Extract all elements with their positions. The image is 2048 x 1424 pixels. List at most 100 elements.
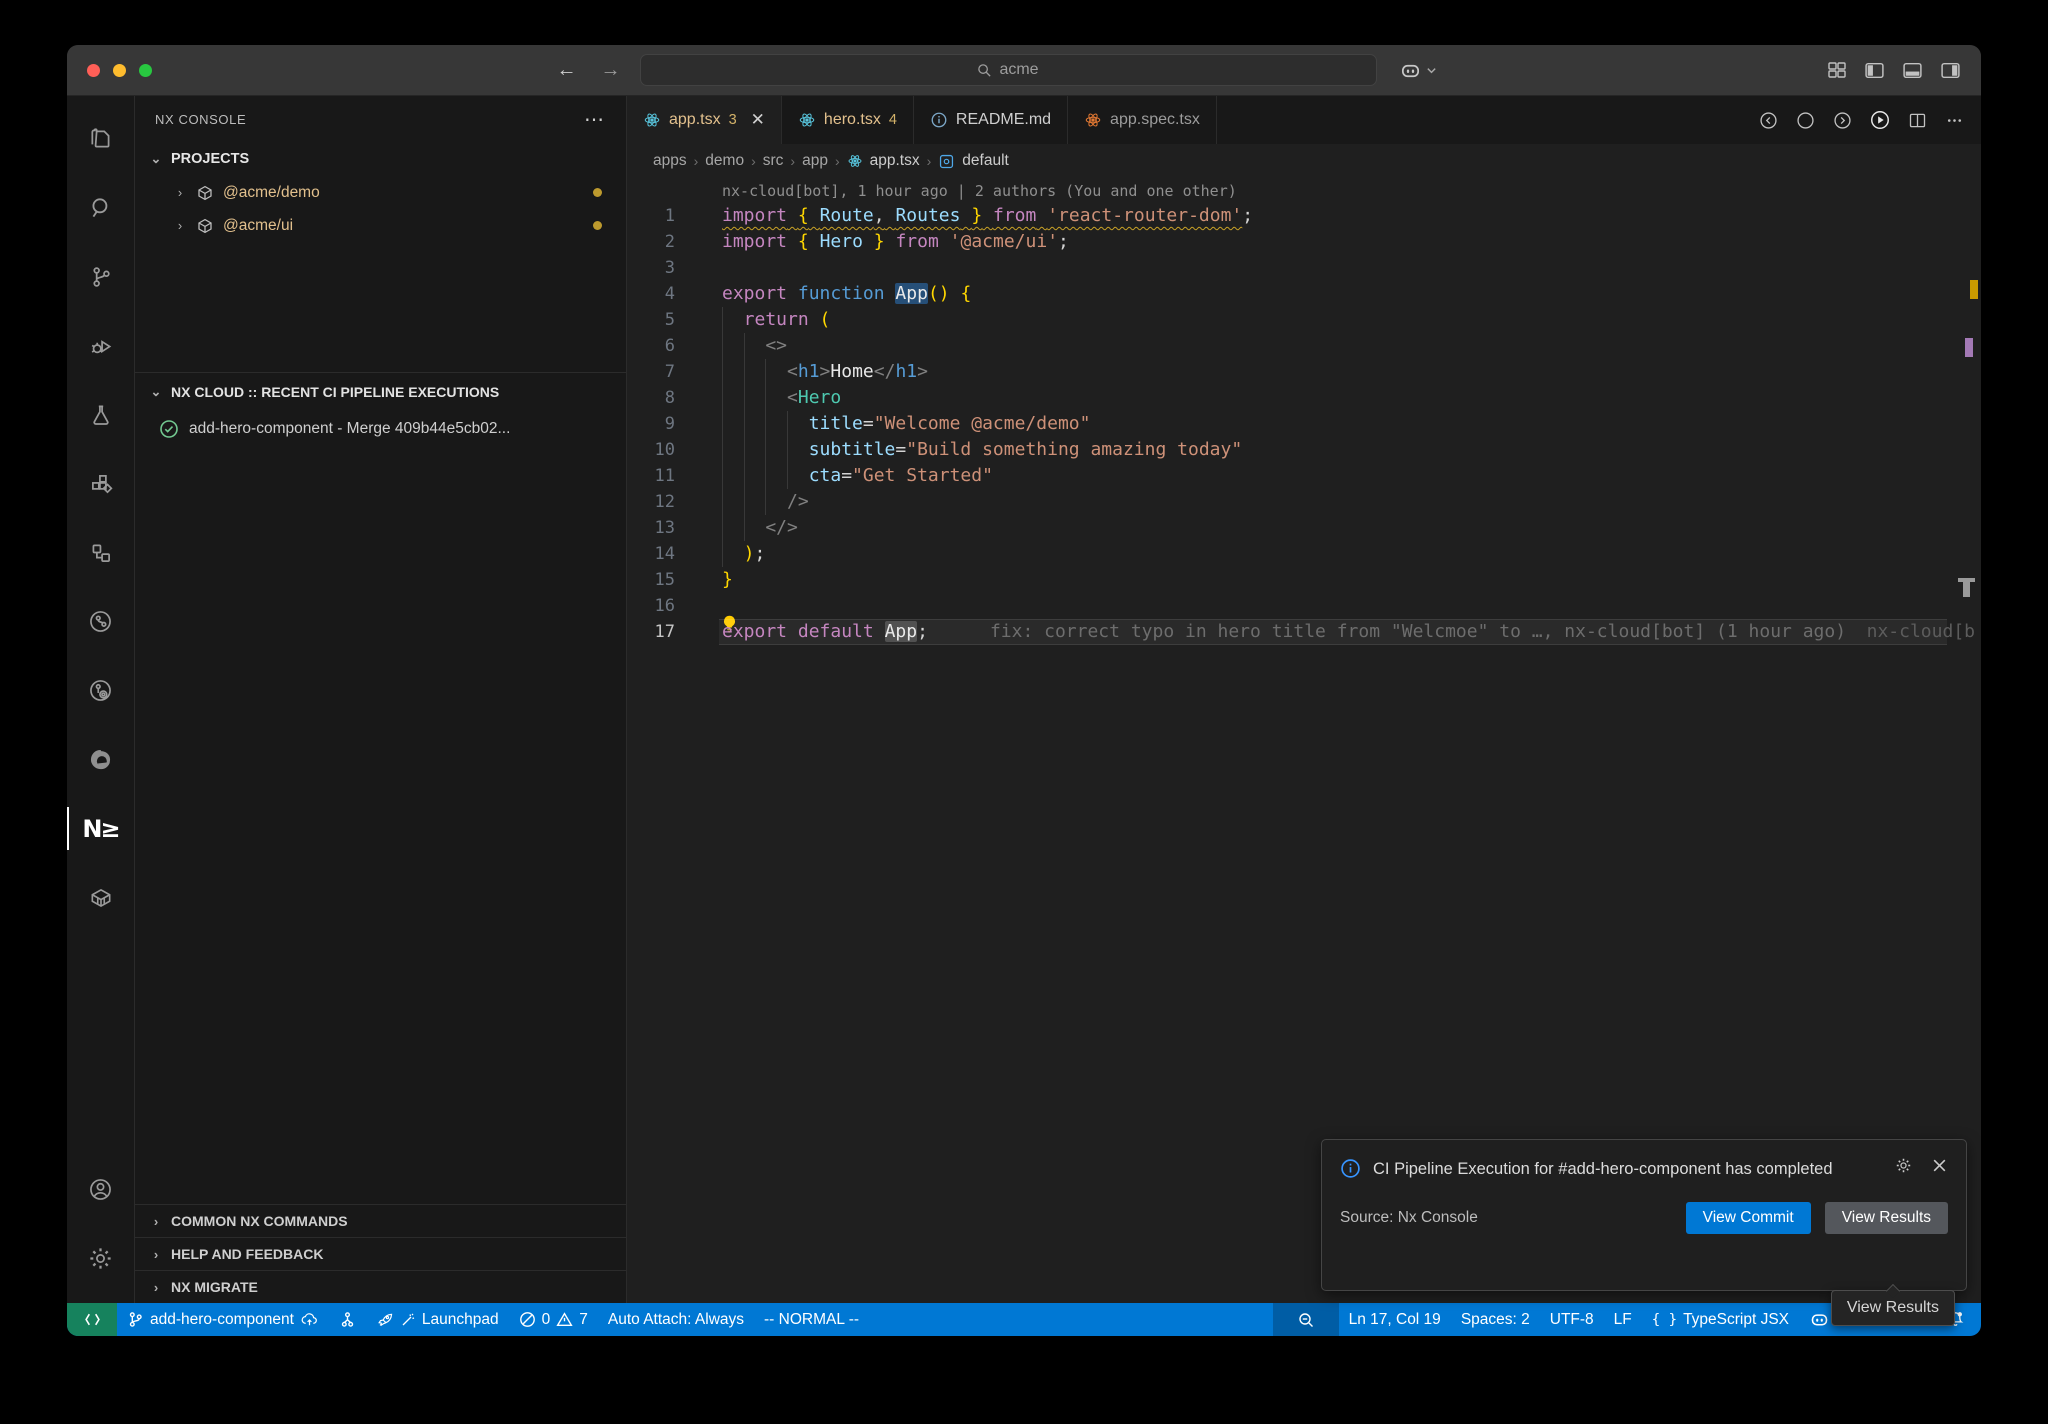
encoding-indicator[interactable]: UTF-8 xyxy=(1540,1303,1604,1336)
braces-icon: { } xyxy=(1652,1312,1677,1328)
close-icon[interactable] xyxy=(1931,1156,1948,1175)
nav-forward-circle-icon[interactable] xyxy=(1832,110,1853,131)
remote-indicator[interactable] xyxy=(67,1303,117,1336)
more-actions-icon[interactable] xyxy=(1944,110,1965,131)
info-icon xyxy=(930,111,948,129)
vim-mode-indicator[interactable]: -- NORMAL -- xyxy=(754,1303,869,1336)
problems-indicator[interactable]: 0 7 xyxy=(509,1303,598,1336)
code-line-2[interactable]: 2import { Hero } from '@acme/ui'; xyxy=(627,229,1981,255)
tab-app-spec-tsx[interactable]: app.spec.tsx xyxy=(1068,96,1217,144)
more-actions-icon[interactable]: ⋯ xyxy=(584,107,606,132)
cursor-position[interactable]: Ln 17, Col 19 xyxy=(1339,1303,1451,1336)
source-control-icon[interactable] xyxy=(67,242,134,311)
close-tab-icon[interactable]: ✕ xyxy=(751,110,765,130)
editor-area: app.tsx 3 ✕ hero.tsx 4 xyxy=(627,96,1981,1303)
breadcrumb-item[interactable]: default xyxy=(962,152,1009,170)
gear-icon[interactable] xyxy=(1894,1156,1913,1175)
edge-browser-icon[interactable] xyxy=(67,725,134,794)
nav-back-circle-icon[interactable] xyxy=(1758,110,1779,131)
code-line-16[interactable]: 16 xyxy=(627,593,1981,619)
breadcrumb-item[interactable]: demo xyxy=(705,152,744,170)
settings-gear-icon[interactable] xyxy=(67,1224,134,1293)
tab-readme-md[interactable]: README.md xyxy=(914,96,1068,144)
eol-indicator[interactable]: LF xyxy=(1604,1303,1642,1336)
zoom-out-indicator[interactable] xyxy=(1273,1303,1339,1336)
command-center-search[interactable]: acme xyxy=(640,54,1377,86)
copilot-menu[interactable] xyxy=(1399,59,1437,82)
auto-attach-indicator[interactable]: Auto Attach: Always xyxy=(598,1303,754,1336)
code-line-5[interactable]: 5return ( xyxy=(627,307,1981,333)
nx-pipeline-status[interactable] xyxy=(329,1303,366,1336)
code-line-12[interactable]: 12/> xyxy=(627,489,1981,515)
pipeline-icon[interactable] xyxy=(67,587,134,656)
pipeline-execution-item[interactable]: add-hero-component - Merge 409b44e5cb02.… xyxy=(135,410,626,447)
launchpad-button[interactable]: Launchpad xyxy=(366,1303,509,1336)
code-line-1[interactable]: 1import { Route, Routes } from 'react-ro… xyxy=(627,203,1981,229)
branch-indicator[interactable]: add-hero-component xyxy=(117,1303,329,1336)
breadcrumb-item[interactable]: src xyxy=(763,152,784,170)
code-line-8[interactable]: 8<Hero xyxy=(627,385,1981,411)
related-projects-icon[interactable] xyxy=(67,518,134,587)
toggle-sidebar-icon[interactable] xyxy=(1864,60,1885,81)
code-line-6[interactable]: 6<> xyxy=(627,333,1981,359)
account-icon[interactable] xyxy=(67,1155,134,1224)
code-line-17[interactable]: 17export default App;fix: correct typo i… xyxy=(627,619,1981,645)
run-target-icon[interactable] xyxy=(1869,109,1891,131)
view-results-button[interactable]: View Results xyxy=(1825,1202,1948,1234)
split-editor-icon[interactable] xyxy=(1907,110,1928,131)
code-editor[interactable]: nx-cloud[bot], 1 hour ago | 2 authors (Y… xyxy=(627,178,1981,1303)
info-icon xyxy=(1340,1158,1361,1179)
indent-guide xyxy=(765,411,787,437)
breadcrumb-item[interactable]: apps xyxy=(653,152,687,170)
chevron-right-icon: › xyxy=(835,153,840,169)
code-line-10[interactable]: 10subtitle="Build something amazing toda… xyxy=(627,437,1981,463)
section-help-and-feedback[interactable]: › HELP AND FEEDBACK xyxy=(135,1237,626,1270)
code-line-7[interactable]: 7<h1>Home</h1> xyxy=(627,359,1981,385)
toggle-secondary-sidebar-icon[interactable] xyxy=(1940,60,1961,81)
back-arrow-icon[interactable]: ← xyxy=(556,59,578,82)
code-line-14[interactable]: 14); xyxy=(627,541,1981,567)
code-line-13[interactable]: 13</> xyxy=(627,515,1981,541)
layout-grid-icon[interactable] xyxy=(1827,60,1847,80)
main-area: N≥ NX CONSOLE ⋯ xyxy=(67,96,1981,1303)
indentation-indicator[interactable]: Spaces: 2 xyxy=(1451,1303,1540,1336)
title-bar: ← → acme xyxy=(67,45,1981,96)
breadcrumb-item[interactable]: app xyxy=(802,152,828,170)
section-common-nx-commands[interactable]: › COMMON NX COMMANDS xyxy=(135,1204,626,1237)
window-controls xyxy=(87,64,165,77)
breadcrumb-item[interactable]: app.tsx xyxy=(870,152,920,170)
tab-hero-tsx[interactable]: hero.tsx 4 xyxy=(782,96,914,144)
extensions-icon[interactable] xyxy=(67,449,134,518)
tab-app-tsx[interactable]: app.tsx 3 ✕ xyxy=(627,96,782,144)
indent-guide xyxy=(722,541,744,567)
search-view-icon[interactable] xyxy=(67,173,134,242)
language-mode[interactable]: { } TypeScript JSX xyxy=(1642,1303,1799,1336)
projects-section-header[interactable]: ⌄ PROJECTS xyxy=(135,142,626,176)
project-item-acme-ui[interactable]: › @acme/ui xyxy=(135,209,626,242)
view-commit-button[interactable]: View Commit xyxy=(1686,1202,1811,1234)
minimize-window-icon[interactable] xyxy=(113,64,126,77)
forward-arrow-icon[interactable]: → xyxy=(600,59,622,82)
code-line-4[interactable]: 4export function App() { xyxy=(627,281,1981,307)
maximize-window-icon[interactable] xyxy=(139,64,152,77)
tab-badge: 4 xyxy=(889,112,897,128)
explorer-icon[interactable] xyxy=(67,104,134,173)
code-line-9[interactable]: 9title="Welcome @acme/demo" xyxy=(627,411,1981,437)
chevron-right-icon: › xyxy=(790,153,795,169)
history-nav: ← → xyxy=(556,59,622,82)
run-debug-icon[interactable] xyxy=(67,311,134,380)
testing-icon[interactable] xyxy=(67,380,134,449)
gitlens-icon[interactable] xyxy=(67,656,134,725)
code-line-3[interactable]: 3 xyxy=(627,255,1981,281)
code-line-15[interactable]: 15} xyxy=(627,567,1981,593)
section-nx-migrate[interactable]: › NX MIGRATE xyxy=(135,1270,626,1303)
status-circle-icon[interactable] xyxy=(1795,110,1816,131)
code-line-content: import { Route, Routes } from 'react-rou… xyxy=(722,203,1253,229)
nx-cloud-section-header[interactable]: ⌄ NX CLOUD :: RECENT CI PIPELINE EXECUTI… xyxy=(135,372,626,410)
containers-icon[interactable] xyxy=(67,863,134,932)
toggle-panel-icon[interactable] xyxy=(1902,60,1923,81)
close-window-icon[interactable] xyxy=(87,64,100,77)
project-item-acme-demo[interactable]: › @acme/demo xyxy=(135,176,626,209)
code-line-11[interactable]: 11cta="Get Started" xyxy=(627,463,1981,489)
nx-console-icon[interactable]: N≥ xyxy=(67,794,134,863)
